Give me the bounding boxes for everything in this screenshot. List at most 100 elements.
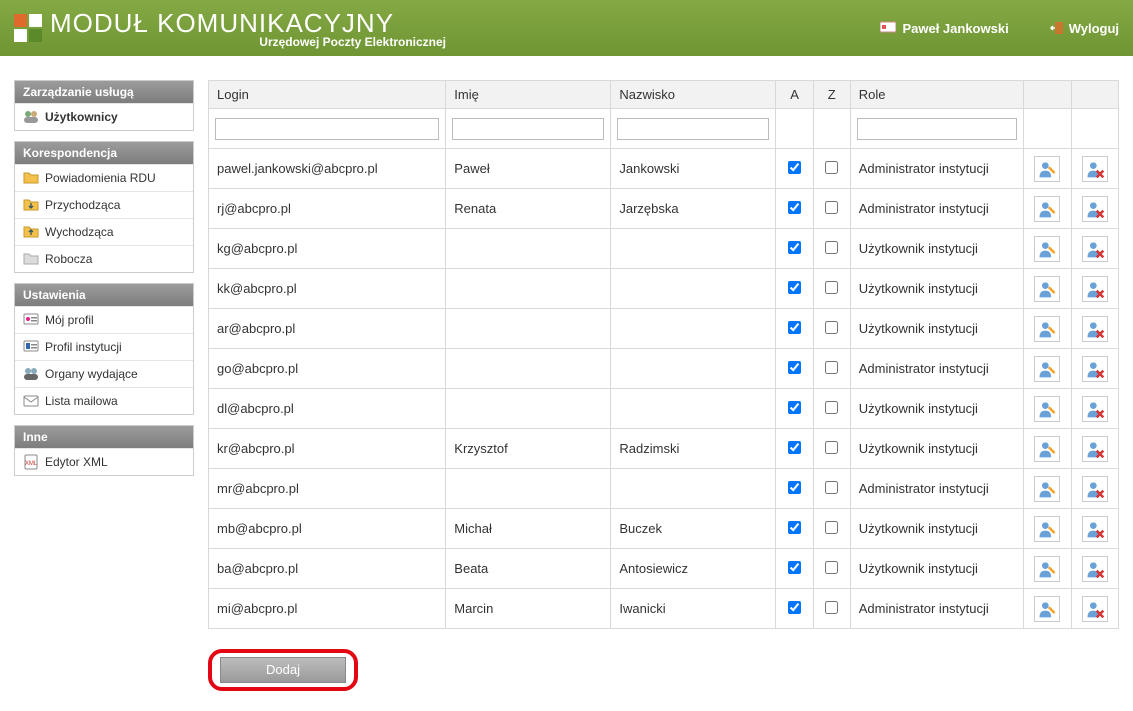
cell-delete — [1071, 189, 1118, 229]
delete-user-button[interactable] — [1082, 276, 1108, 302]
th-role[interactable]: Role — [850, 81, 1023, 109]
edit-user-button[interactable] — [1034, 236, 1060, 262]
checkbox-a[interactable] — [788, 161, 801, 174]
th-nazwisko[interactable]: Nazwisko — [611, 81, 776, 109]
cell-role: Użytkownik instytucji — [850, 509, 1023, 549]
cell-z — [813, 189, 850, 229]
delete-user-button[interactable] — [1082, 236, 1108, 262]
sidebar-item-label: Organy wydające — [45, 367, 138, 381]
checkbox-a[interactable] — [788, 601, 801, 614]
logo-icon — [14, 14, 42, 42]
add-button[interactable]: Dodaj — [220, 657, 346, 683]
table-row: mb@abcpro.plMichałBuczekUżytkownik insty… — [209, 509, 1119, 549]
header-user[interactable]: Paweł Jankowski — [880, 20, 1008, 36]
checkbox-a[interactable] — [788, 481, 801, 494]
checkbox-a[interactable] — [788, 201, 801, 214]
checkbox-z[interactable] — [825, 601, 838, 614]
cell-nazwisko: Radzimski — [611, 429, 776, 469]
sidebar-item[interactable]: Profil instytucji — [15, 333, 193, 360]
cell-login: kg@abcpro.pl — [209, 229, 446, 269]
th-imie[interactable]: Imię — [446, 81, 611, 109]
sidebar-item[interactable]: Robocza — [15, 245, 193, 272]
checkbox-a[interactable] — [788, 521, 801, 534]
profile-icon — [23, 312, 39, 328]
checkbox-z[interactable] — [825, 201, 838, 214]
sidebar-item[interactable]: Mój profil — [15, 306, 193, 333]
edit-user-button[interactable] — [1034, 516, 1060, 542]
cell-nazwisko — [611, 229, 776, 269]
cell-z — [813, 389, 850, 429]
table-row: ar@abcpro.pl Użytkownik instytucji — [209, 309, 1119, 349]
delete-user-button[interactable] — [1082, 476, 1108, 502]
checkbox-a[interactable] — [788, 561, 801, 574]
cell-a — [776, 349, 813, 389]
delete-user-button[interactable] — [1082, 156, 1108, 182]
filter-role[interactable] — [857, 118, 1017, 140]
logout-link[interactable]: Wyloguj — [1049, 20, 1119, 36]
checkbox-a[interactable] — [788, 321, 801, 334]
th-login[interactable]: Login — [209, 81, 446, 109]
sidebar-item[interactable]: Organy wydające — [15, 360, 193, 387]
checkbox-a[interactable] — [788, 281, 801, 294]
delete-user-button[interactable] — [1082, 396, 1108, 422]
checkbox-z[interactable] — [825, 401, 838, 414]
cell-role: Użytkownik instytucji — [850, 389, 1023, 429]
edit-user-button[interactable] — [1034, 156, 1060, 182]
edit-user-button[interactable] — [1034, 436, 1060, 462]
checkbox-a[interactable] — [788, 361, 801, 374]
edit-user-button[interactable] — [1034, 396, 1060, 422]
user-delete-icon — [1085, 319, 1105, 339]
th-z[interactable]: Z — [813, 81, 850, 109]
edit-user-button[interactable] — [1034, 556, 1060, 582]
checkbox-z[interactable] — [825, 321, 838, 334]
edit-user-button[interactable] — [1034, 356, 1060, 382]
cell-role: Użytkownik instytucji — [850, 309, 1023, 349]
sidebar-item[interactable]: Powiadomienia RDU — [15, 164, 193, 191]
checkbox-a[interactable] — [788, 401, 801, 414]
delete-user-button[interactable] — [1082, 516, 1108, 542]
delete-user-button[interactable] — [1082, 596, 1108, 622]
delete-user-button[interactable] — [1082, 436, 1108, 462]
checkbox-z[interactable] — [825, 161, 838, 174]
sidebar-item[interactable]: Użytkownicy — [15, 103, 193, 130]
cell-z — [813, 549, 850, 589]
cell-edit — [1024, 229, 1071, 269]
table-header-row: Login Imię Nazwisko A Z Role — [209, 81, 1119, 109]
filter-imie[interactable] — [452, 118, 604, 140]
edit-user-button[interactable] — [1034, 196, 1060, 222]
table-row: rj@abcpro.plRenataJarzębskaAdministrator… — [209, 189, 1119, 229]
checkbox-z[interactable] — [825, 561, 838, 574]
th-a[interactable]: A — [776, 81, 813, 109]
sidebar-item[interactable]: Przychodząca — [15, 191, 193, 218]
th-delete — [1071, 81, 1118, 109]
cell-nazwisko — [611, 269, 776, 309]
cell-login: ar@abcpro.pl — [209, 309, 446, 349]
delete-user-button[interactable] — [1082, 356, 1108, 382]
delete-user-button[interactable] — [1082, 316, 1108, 342]
edit-user-button[interactable] — [1034, 476, 1060, 502]
checkbox-z[interactable] — [825, 281, 838, 294]
sidebar-item[interactable]: Edytor XML — [15, 448, 193, 475]
sidebar-item[interactable]: Lista mailowa — [15, 387, 193, 414]
edit-user-button[interactable] — [1034, 596, 1060, 622]
filter-nazwisko[interactable] — [617, 118, 769, 140]
checkbox-z[interactable] — [825, 441, 838, 454]
sidebar-item[interactable]: Wychodząca — [15, 218, 193, 245]
checkbox-a[interactable] — [788, 241, 801, 254]
checkbox-z[interactable] — [825, 241, 838, 254]
user-edit-icon — [1037, 439, 1057, 459]
edit-user-button[interactable] — [1034, 316, 1060, 342]
cell-delete — [1071, 349, 1118, 389]
sidebar-item-label: Wychodząca — [45, 225, 114, 239]
delete-user-button[interactable] — [1082, 556, 1108, 582]
delete-user-button[interactable] — [1082, 196, 1108, 222]
checkbox-z[interactable] — [825, 521, 838, 534]
table-row: kg@abcpro.plUżytkownik instytucji — [209, 229, 1119, 269]
checkbox-z[interactable] — [825, 481, 838, 494]
checkbox-a[interactable] — [788, 441, 801, 454]
filter-login[interactable] — [215, 118, 439, 140]
checkbox-z[interactable] — [825, 361, 838, 374]
cell-delete — [1071, 429, 1118, 469]
cell-delete — [1071, 149, 1118, 189]
edit-user-button[interactable] — [1034, 276, 1060, 302]
